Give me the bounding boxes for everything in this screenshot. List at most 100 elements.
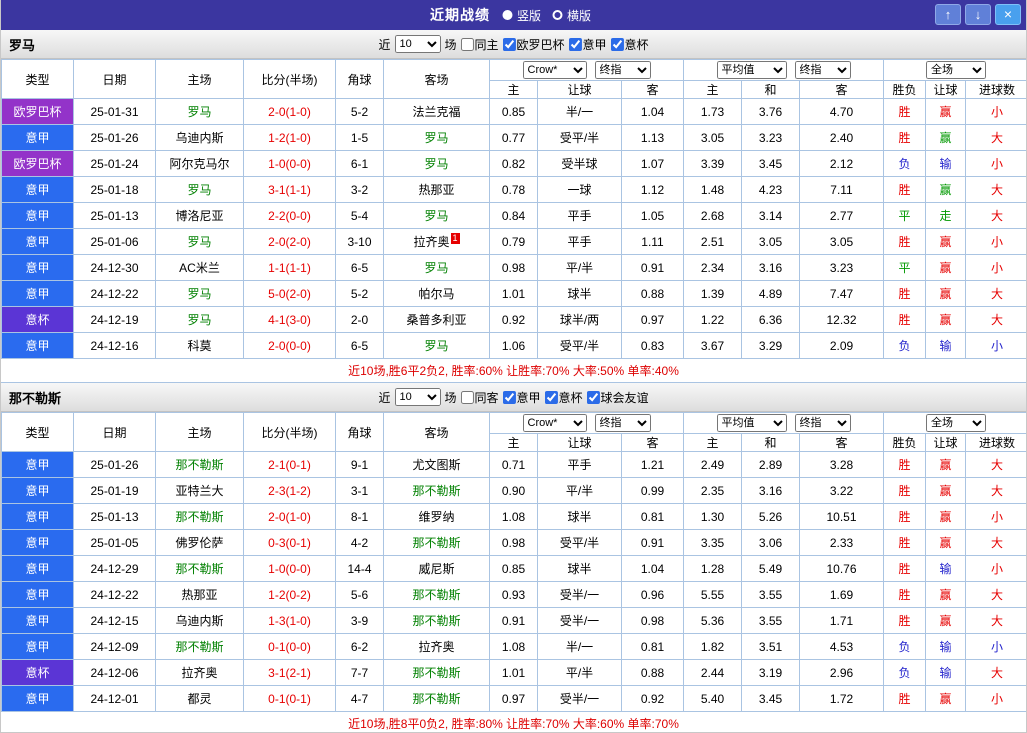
away-team-link[interactable]: 拉齐奥1 <box>384 229 490 255</box>
home-team-link[interactable]: 博洛尼亚 <box>156 203 244 229</box>
avg-draw-cell: 3.14 <box>742 203 800 229</box>
away-odds-cell: 0.92 <box>622 686 684 712</box>
away-team-link[interactable]: 罗马 <box>384 203 490 229</box>
league-checkbox-1[interactable] <box>545 391 558 404</box>
avg-away-cell: 2.77 <box>800 203 884 229</box>
away-team-link[interactable]: 维罗纳 <box>384 504 490 530</box>
home-team-link[interactable]: AC米兰 <box>156 255 244 281</box>
home-team-link[interactable]: 都灵 <box>156 686 244 712</box>
league-checkbox-0[interactable] <box>503 38 516 51</box>
home-team-link[interactable]: 那不勒斯 <box>156 634 244 660</box>
away-team-link[interactable]: 那不勒斯 <box>384 608 490 634</box>
move-down-button[interactable]: ↓ <box>965 4 991 25</box>
away-team-link[interactable]: 拉齐奥 <box>384 634 490 660</box>
away-team-link[interactable]: 那不勒斯 <box>384 478 490 504</box>
match-row: 意甲25-01-26乌迪内斯1-2(1-0)1-5罗马0.77受平/半1.133… <box>2 125 1027 151</box>
avg-source-select[interactable]: 平均值 <box>717 61 787 79</box>
avg-time-select[interactable]: 终指 <box>795 414 851 432</box>
home-team-link[interactable]: 佛罗伦萨 <box>156 530 244 556</box>
home-team-link[interactable]: 乌迪内斯 <box>156 608 244 634</box>
league-checkbox-0[interactable] <box>503 391 516 404</box>
league-type-cell: 意甲 <box>2 177 74 203</box>
home-team-link[interactable]: 罗马 <box>156 177 244 203</box>
scope-select[interactable]: 全场 <box>926 61 986 79</box>
league-checkbox-2[interactable] <box>587 391 600 404</box>
avg-home-cell: 1.28 <box>684 556 742 582</box>
avg-draw-cell: 3.55 <box>742 608 800 634</box>
away-team-link[interactable]: 热那亚 <box>384 177 490 203</box>
away-odds-cell: 0.81 <box>622 634 684 660</box>
horizontal-layout-radio[interactable] <box>552 10 562 20</box>
recent-count-select[interactable]: 10 <box>394 388 440 406</box>
home-team-link[interactable]: 罗马 <box>156 307 244 333</box>
odds-time-select[interactable]: 终指 <box>595 414 651 432</box>
away-team-link[interactable]: 尤文图斯 <box>384 452 490 478</box>
home-team-link[interactable]: 那不勒斯 <box>156 556 244 582</box>
col-handicap: 让球 <box>538 434 622 452</box>
avg-away-cell: 2.40 <box>800 125 884 151</box>
odds-source-select[interactable]: Crow* <box>523 61 587 79</box>
league-filter-0[interactable]: 意甲 <box>503 389 541 406</box>
close-button[interactable]: × <box>995 4 1021 25</box>
league-filter-1[interactable]: 意甲 <box>569 36 607 53</box>
home-team-link[interactable]: 罗马 <box>156 229 244 255</box>
league-label-0: 欧罗巴杯 <box>517 36 565 53</box>
away-team-link[interactable]: 桑普多利亚 <box>384 307 490 333</box>
score-cell: 1-1(1-1) <box>244 255 336 281</box>
corner-count-cell: 3-2 <box>336 177 384 203</box>
home-team-link[interactable]: 热那亚 <box>156 582 244 608</box>
home-team-link[interactable]: 亚特兰大 <box>156 478 244 504</box>
match-row: 意甲24-12-22罗马5-0(2-0)5-2帕尔马1.01球半0.881.39… <box>2 281 1027 307</box>
corner-count-cell: 5-4 <box>336 203 384 229</box>
same-venue-checkbox[interactable] <box>460 38 473 51</box>
away-team-link[interactable]: 威尼斯 <box>384 556 490 582</box>
league-filter-2[interactable]: 意杯 <box>611 36 649 53</box>
recent-count-select[interactable]: 10 <box>394 35 440 53</box>
away-team-link[interactable]: 罗马 <box>384 125 490 151</box>
col-away: 客场 <box>384 413 490 452</box>
league-filter-0[interactable]: 欧罗巴杯 <box>503 36 565 53</box>
match-date-cell: 24-12-22 <box>74 281 156 307</box>
home-team-link[interactable]: 罗马 <box>156 99 244 125</box>
away-team-link[interactable]: 罗马 <box>384 151 490 177</box>
vertical-layout-radio[interactable] <box>502 10 512 20</box>
away-team-link[interactable]: 那不勒斯 <box>384 582 490 608</box>
home-team-link[interactable]: 那不勒斯 <box>156 504 244 530</box>
home-team-link[interactable]: 拉齐奥 <box>156 660 244 686</box>
home-team-link[interactable]: 罗马 <box>156 281 244 307</box>
corner-count-cell: 14-4 <box>336 556 384 582</box>
away-team-link[interactable]: 法兰克福 <box>384 99 490 125</box>
avg-home-cell: 5.36 <box>684 608 742 634</box>
move-up-button[interactable]: ↑ <box>935 4 961 25</box>
same-venue-filter[interactable]: 同客 <box>460 389 498 406</box>
scope-header: 全场 <box>884 413 1027 434</box>
avg-time-select[interactable]: 终指 <box>795 61 851 79</box>
handicap-result-cell: 赢 <box>926 281 966 307</box>
odds-source-select[interactable]: Crow* <box>523 414 587 432</box>
home-team-link[interactable]: 阿尔克马尔 <box>156 151 244 177</box>
away-team-link[interactable]: 那不勒斯 <box>384 660 490 686</box>
away-team-link[interactable]: 罗马 <box>384 255 490 281</box>
away-team-link[interactable]: 帕尔马 <box>384 281 490 307</box>
odds-time-select[interactable]: 终指 <box>595 61 651 79</box>
avg-draw-cell: 3.19 <box>742 660 800 686</box>
handicap-result-cell: 输 <box>926 660 966 686</box>
league-checkbox-1[interactable] <box>569 38 582 51</box>
home-team-link[interactable]: 乌迪内斯 <box>156 125 244 151</box>
avg-draw-cell: 3.16 <box>742 255 800 281</box>
score-cell: 1-2(0-2) <box>244 582 336 608</box>
home-team-link[interactable]: 科莫 <box>156 333 244 359</box>
league-filter-1[interactable]: 意杯 <box>545 389 583 406</box>
away-team-link[interactable]: 那不勒斯 <box>384 530 490 556</box>
away-team-link[interactable]: 罗马 <box>384 333 490 359</box>
avg-source-select[interactable]: 平均值 <box>717 414 787 432</box>
avg-home-cell: 3.39 <box>684 151 742 177</box>
goals-result-cell: 大 <box>966 177 1027 203</box>
league-filter-2[interactable]: 球会友谊 <box>587 389 649 406</box>
scope-select[interactable]: 全场 <box>926 414 986 432</box>
league-checkbox-2[interactable] <box>611 38 624 51</box>
same-venue-filter[interactable]: 同主 <box>460 36 498 53</box>
same-venue-checkbox[interactable] <box>460 391 473 404</box>
home-team-link[interactable]: 那不勒斯 <box>156 452 244 478</box>
away-team-link[interactable]: 那不勒斯 <box>384 686 490 712</box>
